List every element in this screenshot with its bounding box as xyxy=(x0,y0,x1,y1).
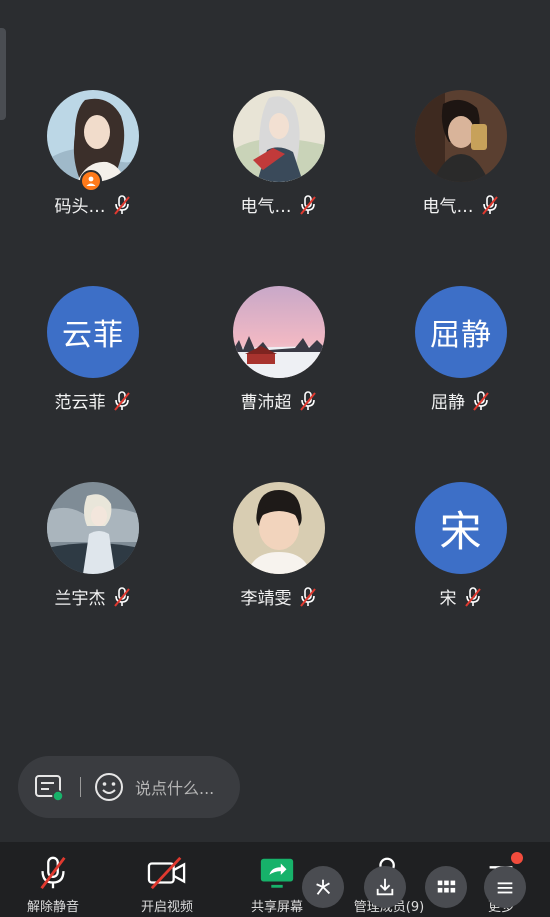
unmute-button[interactable]: 解除静音 xyxy=(8,854,98,915)
participant-tile[interactable]: 码头… xyxy=(0,90,186,286)
participant-tile[interactable]: 电气… xyxy=(372,90,550,286)
participant-name-row: 曹沛超 xyxy=(241,388,318,413)
participant-name-row: 宋 xyxy=(440,584,483,609)
participant-tile[interactable]: 宋 宋 xyxy=(372,482,550,678)
participant-name: 兰宇杰 xyxy=(54,589,106,609)
participant-name-row: 李靖雯 xyxy=(241,584,318,609)
participant-name: 电气… xyxy=(422,197,474,217)
divider xyxy=(80,777,81,797)
avatar xyxy=(47,482,139,574)
floating-assist-button[interactable] xyxy=(302,866,344,908)
avatar xyxy=(233,286,325,378)
chat-list-icon[interactable] xyxy=(32,770,66,804)
participant-name: 曹沛超 xyxy=(240,393,292,413)
participant-name-row: 范云菲 xyxy=(55,388,132,413)
chat-placeholder[interactable]: 说点什么... xyxy=(135,775,214,799)
unmute-label: 解除静音 xyxy=(26,900,79,915)
mic-muted-icon xyxy=(112,194,132,216)
bottom-toolbar: 解除静音 开启视频 共享屏幕 管理成员(9) 更多 xyxy=(0,842,550,917)
camera-off-icon xyxy=(147,856,186,890)
avatar-initials: 屈静 xyxy=(415,286,507,378)
menu-icon xyxy=(497,882,513,894)
participant-name: 屈静 xyxy=(431,393,465,413)
participant-name-row: 屈静 xyxy=(431,388,491,413)
mic-muted-icon xyxy=(471,390,491,412)
host-badge xyxy=(80,170,102,192)
mic-muted-icon xyxy=(298,390,318,412)
grid-icon xyxy=(437,880,456,893)
participant-tile[interactable]: 电气… xyxy=(186,90,372,286)
mic-muted-icon xyxy=(298,586,318,608)
participant-grid: 码头… 电气… 电气… 云菲 范云菲 曹沛超 屈静 屈静 兰宇杰 李靖雯 宋 宋 xyxy=(0,90,550,678)
participant-name-row: 码头… xyxy=(55,192,132,217)
participant-tile[interactable]: 云菲 范云菲 xyxy=(0,286,186,482)
mic-muted-icon xyxy=(112,586,132,608)
participant-name: 电气… xyxy=(240,197,292,217)
avatar xyxy=(233,482,325,574)
start-video-label: 开启视频 xyxy=(140,900,193,915)
mic-muted-icon xyxy=(298,194,318,216)
participant-name-row: 兰宇杰 xyxy=(55,584,132,609)
participant-name-row: 电气… xyxy=(241,192,318,217)
emoji-icon[interactable] xyxy=(93,771,125,803)
participant-name: 范云菲 xyxy=(54,393,106,413)
floating-download-button[interactable] xyxy=(364,866,406,908)
notification-dot xyxy=(511,852,523,864)
participant-name: 码头… xyxy=(54,197,106,217)
participant-tile[interactable]: 屈静 屈静 xyxy=(372,286,550,482)
participant-name: 李靖雯 xyxy=(240,589,292,609)
participant-tile[interactable]: 李靖雯 xyxy=(186,482,372,678)
avatar-initials: 云菲 xyxy=(47,286,139,378)
avatar xyxy=(47,90,139,182)
avatar-initials: 宋 xyxy=(415,482,507,574)
participant-name-row: 电气… xyxy=(423,192,500,217)
participant-name: 宋 xyxy=(439,589,457,609)
start-video-button[interactable]: 开启视频 xyxy=(122,854,212,915)
share-screen-label: 共享屏幕 xyxy=(250,900,303,915)
download-icon xyxy=(376,878,394,896)
participant-tile[interactable]: 曹沛超 xyxy=(186,286,372,482)
avatar xyxy=(415,90,507,182)
avatar xyxy=(233,90,325,182)
user-icon xyxy=(86,176,96,186)
mic-muted-icon xyxy=(40,856,66,890)
floating-grid-button[interactable] xyxy=(425,866,467,908)
chat-input-bar[interactable]: 说点什么... xyxy=(18,756,240,818)
mic-muted-icon xyxy=(480,194,500,216)
participant-tile[interactable]: 兰宇杰 xyxy=(0,482,186,678)
share-screen-icon xyxy=(260,858,294,888)
floating-menu-button[interactable] xyxy=(484,866,526,908)
sparkle-icon xyxy=(316,879,331,895)
mic-muted-icon xyxy=(463,586,483,608)
mic-muted-icon xyxy=(112,390,132,412)
